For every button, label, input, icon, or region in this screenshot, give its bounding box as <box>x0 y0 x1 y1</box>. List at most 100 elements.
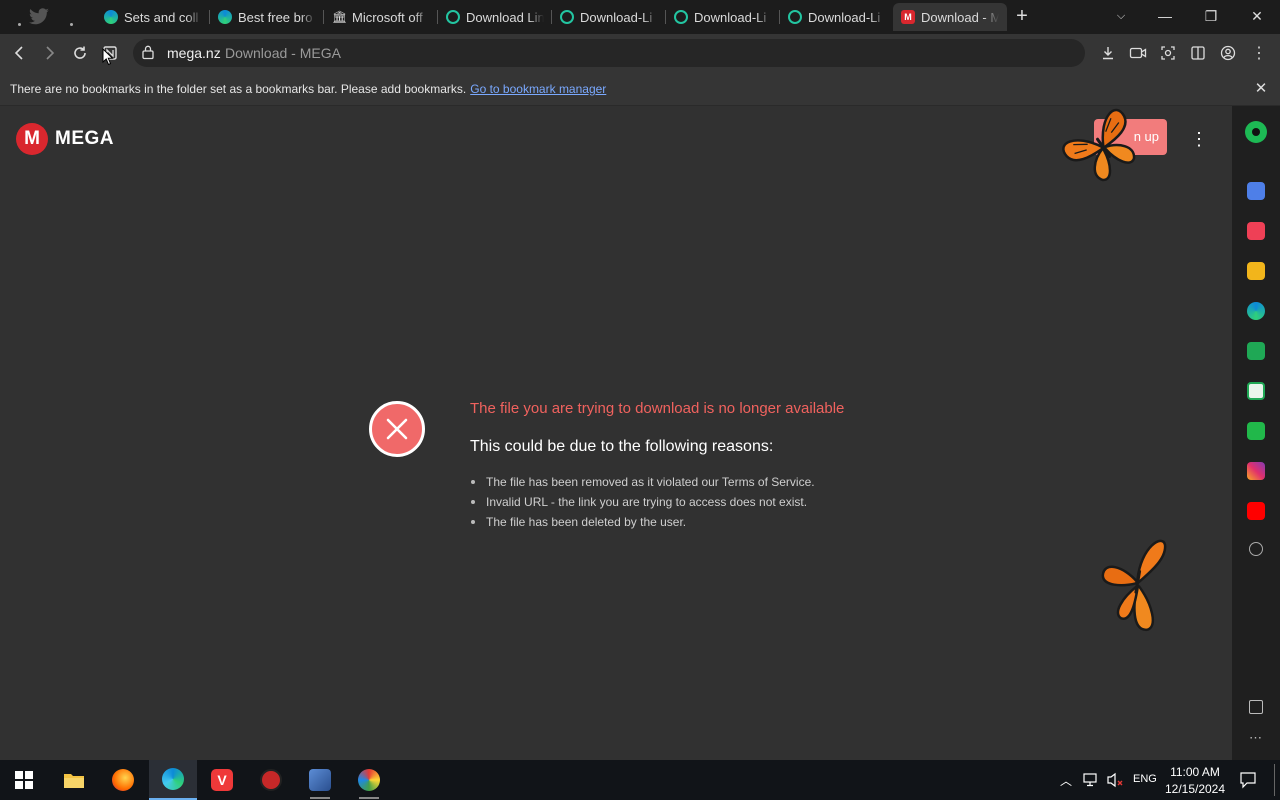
tab-title: Best free bro <box>238 9 313 25</box>
taskbar-vivaldi[interactable]: V <box>198 760 246 800</box>
clock-time[interactable]: 11:00 AM <box>1168 765 1222 779</box>
edge-sidebar: ⋯ <box>1232 106 1280 760</box>
copilot-icon[interactable] <box>1245 121 1267 143</box>
lock-icon <box>142 45 154 60</box>
tab-search-button[interactable]: ⌵ <box>1098 0 1144 32</box>
reload-icon <box>74 46 86 59</box>
list-item: Invalid URL - the link you are trying to… <box>470 492 815 512</box>
butterfly-decoration-icon <box>1062 108 1136 182</box>
close-window-button[interactable]: ✕ <box>1234 0 1280 32</box>
taskbar-edge[interactable] <box>149 760 197 800</box>
tab-strip: Sets and coll Best free bro 🏛 Microsoft … <box>0 0 1280 34</box>
tab-4[interactable]: Download-Li <box>552 3 666 31</box>
pinned-tab[interactable] <box>56 4 86 30</box>
chevron-up-icon[interactable]: ︿ <box>1060 772 1072 789</box>
network-icon[interactable] <box>1083 773 1101 787</box>
ring-icon <box>560 10 574 24</box>
restore-button[interactable]: ❐ <box>1188 0 1234 32</box>
bookmarks-bar: There are no bookmarks in the folder set… <box>0 72 1280 106</box>
address-bar[interactable]: mega.nz Download - MEGA <box>133 39 1085 67</box>
new-tab-button[interactable]: + <box>1000 0 1044 32</box>
error-circle-icon <box>369 401 425 457</box>
split-screen-icon <box>1191 46 1205 60</box>
tab-5[interactable]: Download-Li <box>666 3 780 31</box>
mouse-cursor-icon <box>102 48 114 66</box>
error-subtitle: This could be due to the following reaso… <box>470 438 774 455</box>
media-button[interactable] <box>1125 41 1151 65</box>
dot-icon <box>17 22 21 26</box>
tab-6[interactable]: Download-Li <box>780 3 894 31</box>
tab-title: Download-Li <box>580 9 653 25</box>
folder-icon <box>64 774 84 788</box>
forward-button[interactable] <box>36 41 62 65</box>
app-icon <box>309 769 331 791</box>
tab-title: Download-Li <box>694 9 767 25</box>
tab-0[interactable]: Sets and coll <box>96 3 210 31</box>
reasons-list: The file has been removed as it violated… <box>470 472 815 532</box>
windows-icon <box>15 771 33 789</box>
tab-3[interactable]: Download Lin <box>438 3 552 31</box>
reload-button[interactable] <box>67 41 93 65</box>
screenshot-button[interactable] <box>1155 41 1181 65</box>
edge-icon[interactable] <box>1247 302 1265 320</box>
more-vertical-icon: ⋮ <box>1251 45 1267 62</box>
page-menu-button[interactable]: ⋮ <box>1188 128 1210 150</box>
taskbar-file-explorer[interactable] <box>50 760 98 800</box>
split-screen-button[interactable] <box>1185 41 1211 65</box>
mega-icon: M <box>901 10 915 24</box>
tab-title: Download-Li <box>808 9 881 25</box>
close-bookmarks-bar-button[interactable]: ✕ <box>1252 80 1270 98</box>
profile-button[interactable] <box>1215 41 1241 65</box>
edge-icon <box>104 10 118 24</box>
external-link-icon[interactable] <box>1249 700 1263 714</box>
clock-date[interactable]: 12/15/2024 <box>1164 782 1226 796</box>
shopping-bag-icon[interactable] <box>1247 342 1265 360</box>
windows-taskbar: V ︿ ENG 11:00 AM 12/15/2024 <box>0 760 1280 800</box>
start-button[interactable] <box>0 760 48 800</box>
tab-2[interactable]: 🏛 Microsoft off <box>324 3 438 31</box>
taskbar-app[interactable] <box>345 760 393 800</box>
add-sidebar-app-icon[interactable] <box>1249 542 1263 556</box>
pocket-icon[interactable] <box>1247 222 1265 240</box>
capture-icon <box>1161 46 1175 60</box>
building-icon: 🏛 <box>332 10 348 24</box>
show-desktop-button[interactable] <box>1274 764 1275 796</box>
pinned-tab-twitter[interactable] <box>24 4 54 30</box>
ring-icon <box>674 10 688 24</box>
tab-1[interactable]: Best free bro <box>210 3 324 31</box>
favorites-icon[interactable] <box>1247 262 1265 280</box>
profile-icon <box>1220 45 1236 61</box>
twitter-icon <box>29 8 49 25</box>
tab-title: Download - M <box>921 9 999 25</box>
dot-icon <box>69 22 73 26</box>
games-icon[interactable] <box>1247 422 1265 440</box>
downloads-button[interactable] <box>1095 41 1121 65</box>
volume-muted-icon[interactable] <box>1106 772 1124 788</box>
download-icon <box>1103 47 1113 60</box>
youtube-icon[interactable] <box>1247 502 1265 520</box>
minimize-button[interactable]: — <box>1142 0 1188 32</box>
error-title: The file you are trying to download is n… <box>470 400 845 417</box>
sidebar-more-icon[interactable]: ⋯ <box>1249 730 1262 746</box>
back-button[interactable] <box>7 41 33 65</box>
taskbar-app[interactable] <box>296 760 344 800</box>
shopping-icon[interactable] <box>1247 182 1265 200</box>
arrow-left-icon <box>14 46 23 60</box>
page-content: M MEGA n up ⋮ The file you are trying to… <box>0 106 1232 760</box>
bookmarks-message-text: There are no bookmarks in the folder set… <box>10 82 467 96</box>
instagram-icon[interactable] <box>1247 462 1265 480</box>
tab-title: Download Lin <box>466 9 544 25</box>
language-indicator[interactable]: ENG <box>1133 773 1157 785</box>
bookmark-manager-link[interactable]: Go to bookmark manager <box>470 82 606 96</box>
butterfly-decoration-icon <box>1101 539 1167 632</box>
taskbar-app[interactable] <box>247 760 295 800</box>
mega-logo[interactable]: M MEGA <box>16 123 114 155</box>
taskbar-firefox[interactable] <box>99 760 147 800</box>
settings-menu-button[interactable]: ⋮ <box>1246 41 1272 65</box>
tab-7-active[interactable]: M Download - M <box>893 3 1007 31</box>
notification-icon[interactable] <box>1239 771 1257 789</box>
bookmarks-bar-message: There are no bookmarks in the folder set… <box>10 82 606 96</box>
chart-icon[interactable] <box>1247 382 1265 400</box>
vivaldi-icon: V <box>211 769 233 791</box>
paint-icon <box>358 769 380 791</box>
